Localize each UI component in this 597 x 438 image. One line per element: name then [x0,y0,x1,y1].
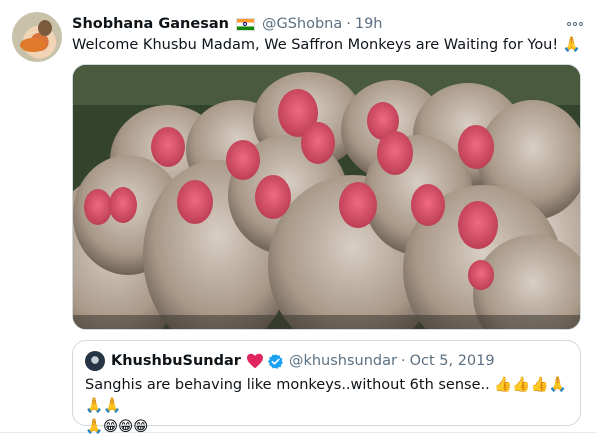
author-avatar[interactable] [12,12,62,62]
more-options-icon[interactable] [567,14,583,34]
quoted-tweet-line-2: 🙏😁😁😁 [85,419,149,435]
verified-badge-icon [268,353,283,369]
red-heart-icon [246,353,263,369]
tweet-timestamp[interactable]: 19h [355,16,383,32]
quoted-author-name[interactable]: KhushbuSundar [111,353,241,369]
quoted-author-avatar[interactable] [85,351,105,371]
quoted-tweet[interactable]: KhushbuSundar @khushsundar · Oct 5, 2019… [72,340,581,435]
separator-dot: · [346,16,351,32]
monkeys-photo [73,65,580,329]
india-flag-icon [235,17,255,31]
author-name[interactable]: Shobhana Ganesan [72,16,229,32]
separator-dot: · [400,353,406,369]
quoted-author-handle[interactable]: @khushsundar [289,353,397,369]
tweet-header: Shobhana Ganesan @GShobna · 19h [72,14,583,34]
quoted-tweet-header: KhushbuSundar @khushsundar · Oct 5, 2019 [85,351,495,371]
quoted-tweet-text: Sanghis are behaving like monkeys..witho… [85,375,570,438]
tweet-card[interactable]: Shobhana Ganesan @GShobna · 19h Welcome … [0,0,597,435]
tweet-media-image[interactable] [72,64,581,330]
quoted-tweet-line-1: Sanghis are behaving like monkeys..witho… [85,377,567,414]
quoted-tweet-date[interactable]: Oct 5, 2019 [410,353,495,369]
author-handle[interactable]: @GShobna [262,16,342,32]
tweet-text: Welcome Khusbu Madam, We Saffron Monkeys… [72,37,581,53]
